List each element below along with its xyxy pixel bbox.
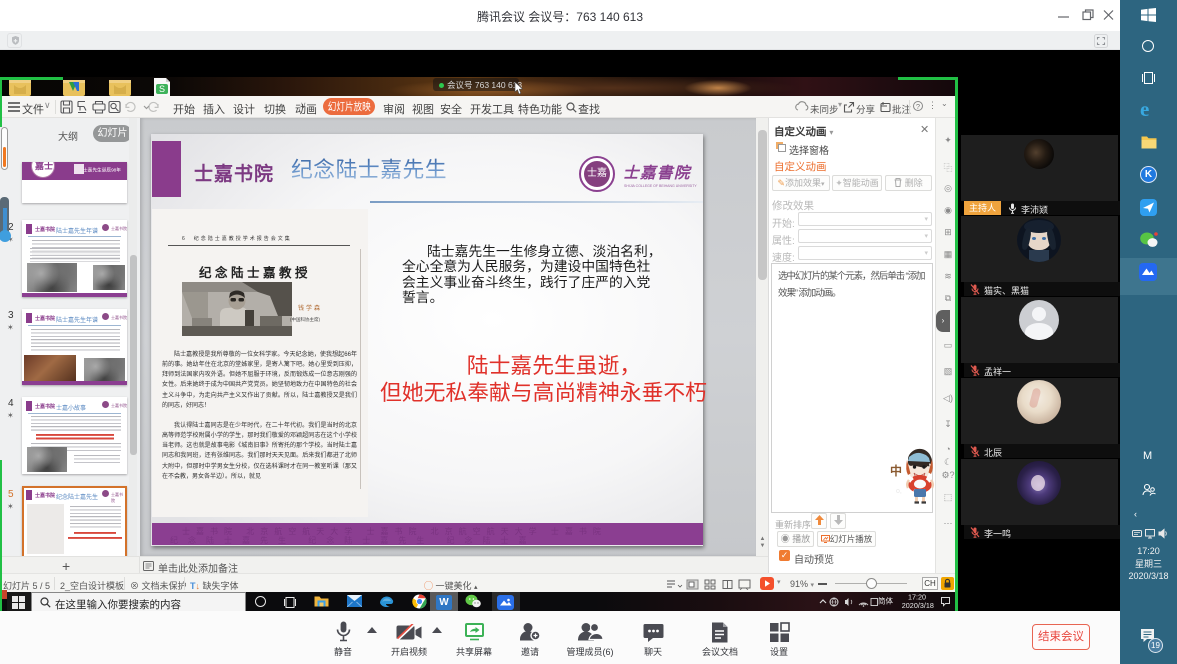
svg-text:S: S <box>159 84 165 94</box>
